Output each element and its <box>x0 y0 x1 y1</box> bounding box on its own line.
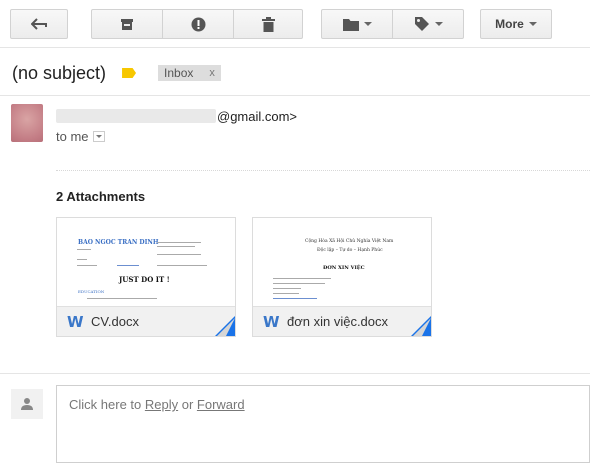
reply-or: or <box>178 397 197 412</box>
labels-button[interactable] <box>393 9 464 39</box>
remove-label-button[interactable]: x <box>209 67 215 79</box>
label-icon <box>414 17 429 31</box>
reply-divider <box>0 373 590 374</box>
move-to-button[interactable] <box>321 9 393 39</box>
preview-section: EDUCATION <box>78 289 105 294</box>
attachment-filename: CV.docx <box>91 314 139 329</box>
attachments-title: 2 Attachments <box>56 189 146 204</box>
chevron-down-icon <box>363 22 372 26</box>
subject-row: (no subject) Inbox x <box>12 60 221 86</box>
reply-box[interactable]: Click here to Reply or Forward <box>56 385 590 463</box>
preview-name: BAO NGOC TRAN DINH <box>78 239 159 246</box>
importance-marker-icon[interactable] <box>122 68 137 78</box>
reply-prompt: Click here to Reply or Forward <box>69 397 245 412</box>
delete-button[interactable] <box>234 9 303 39</box>
preview-motto: JUST DO IT ! <box>119 275 170 284</box>
sender-avatar[interactable] <box>11 104 43 142</box>
attachment-card[interactable]: Cộng Hòa Xã Hội Chủ Nghĩa Việt Nam Độc l… <box>252 217 432 337</box>
reply-link[interactable]: Reply <box>145 397 178 412</box>
preview-header-1: Cộng Hòa Xã Hội Chủ Nghĩa Việt Nam <box>305 239 394 244</box>
attachment-card[interactable]: BAO NGOC TRAN DINH JUST DO IT ! EDUCATIO… <box>56 217 236 337</box>
header-divider <box>0 95 590 96</box>
forward-link[interactable]: Forward <box>197 397 245 412</box>
recipient-text: to me <box>56 128 89 144</box>
sender-row: @gmail.com> <box>56 107 297 125</box>
inbox-label-text: Inbox <box>164 66 194 80</box>
more-button-label: More <box>495 17 524 31</box>
preview-title: ĐƠN XIN VIỆC <box>323 265 365 271</box>
attachment-footer: W CV.docx <box>57 306 235 336</box>
action-button-group <box>91 9 303 39</box>
chevron-down-icon <box>528 22 537 26</box>
attachment-preview: BAO NGOC TRAN DINH JUST DO IT ! EDUCATIO… <box>57 218 235 306</box>
body-separator <box>56 170 590 171</box>
sender-email: @gmail.com> <box>217 108 298 124</box>
page-curl-icon <box>411 316 431 336</box>
page-curl-icon <box>215 316 235 336</box>
reply-prefix: Click here to <box>69 397 145 412</box>
recipient-row: to me <box>56 128 105 144</box>
attachment-footer: W đơn xin việc.docx <box>253 306 431 336</box>
report-spam-button[interactable] <box>163 9 234 39</box>
move-label-group <box>321 9 464 39</box>
person-icon <box>21 398 33 410</box>
chevron-down-icon <box>434 22 443 26</box>
word-doc-icon: W <box>263 312 280 331</box>
sender-name-blurred <box>56 109 216 123</box>
back-arrow-icon <box>31 18 47 30</box>
preview-header-2: Độc lập – Tự do – Hạnh Phúc <box>317 248 383 253</box>
attachment-filename: đơn xin việc.docx <box>287 314 389 329</box>
archive-icon <box>121 18 133 30</box>
trash-icon <box>261 16 275 32</box>
show-details-button[interactable] <box>92 130 105 142</box>
archive-button[interactable] <box>91 9 163 39</box>
user-avatar <box>11 389 43 419</box>
attachment-preview: Cộng Hòa Xã Hội Chủ Nghĩa Việt Nam Độc l… <box>253 218 431 306</box>
back-button[interactable] <box>10 9 68 39</box>
chevron-down-icon <box>95 134 102 138</box>
toolbar: More <box>0 0 590 48</box>
message-subject: (no subject) <box>12 62 107 83</box>
folder-icon <box>342 18 359 31</box>
word-doc-icon: W <box>67 312 84 331</box>
inbox-label-chip: Inbox x <box>158 65 221 81</box>
more-button[interactable]: More <box>480 9 552 39</box>
report-spam-icon <box>191 17 205 31</box>
